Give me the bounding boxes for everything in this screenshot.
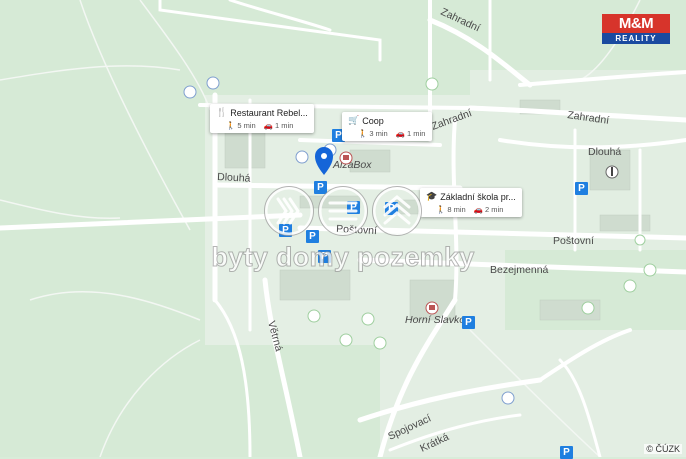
poi-card-restaurant[interactable]: 🍴 Restaurant Rebel... 🚶 5 min 🚗 1 min xyxy=(210,104,314,133)
post-office-icon xyxy=(425,301,439,315)
car-icon: 🚗 xyxy=(395,129,406,138)
fork-knife-icon: 🍴 xyxy=(216,107,228,117)
graduation-cap-icon: 🎓 xyxy=(426,191,438,201)
mm-reality-logo: M&M REALITY xyxy=(602,14,670,46)
poi-title: Základní škola pr... xyxy=(440,191,516,202)
watermark-logo-icon xyxy=(264,186,422,236)
parking-icon: P xyxy=(575,182,588,195)
car-icon: 🚗 xyxy=(473,205,484,214)
cart-icon: 🛒 xyxy=(348,115,360,125)
poi-title: Restaurant Rebel... xyxy=(230,107,308,118)
logo-bottom-text: REALITY xyxy=(602,33,670,44)
walk-time: 3 min xyxy=(369,129,388,138)
watermark-text: byty domy pozemky xyxy=(211,242,475,273)
church-icon xyxy=(605,165,619,179)
walk-time: 8 min xyxy=(447,205,466,214)
poi-card-school[interactable]: 🎓 Základní škola pr... 🚶 8 min 🚗 2 min xyxy=(420,188,522,217)
walk-time: 5 min xyxy=(237,121,256,130)
logo-top-text: M&M xyxy=(602,14,670,33)
street-label-dlouha: Dlouhá xyxy=(217,171,251,185)
car-icon: 🚗 xyxy=(263,121,274,130)
walk-icon: 🚶 xyxy=(226,121,236,130)
alzabox-icon xyxy=(339,151,353,165)
parking-icon: P xyxy=(462,316,475,329)
walk-icon: 🚶 xyxy=(358,129,368,138)
drive-time: 1 min xyxy=(275,121,294,130)
parking-icon: P xyxy=(560,446,573,459)
place-label-alzabox: AlzaBox xyxy=(332,159,372,171)
street-label-dlouha: Dlouhá xyxy=(588,146,621,158)
poi-card-coop[interactable]: 🛒 Coop 🚶 3 min 🚗 1 min xyxy=(342,112,432,141)
drive-time: 2 min xyxy=(485,205,504,214)
poi-title: Coop xyxy=(362,115,384,126)
drive-time: 1 min xyxy=(407,129,426,138)
walk-icon: 🚶 xyxy=(436,205,446,214)
map-copyright: © ČÚZK xyxy=(644,444,682,454)
